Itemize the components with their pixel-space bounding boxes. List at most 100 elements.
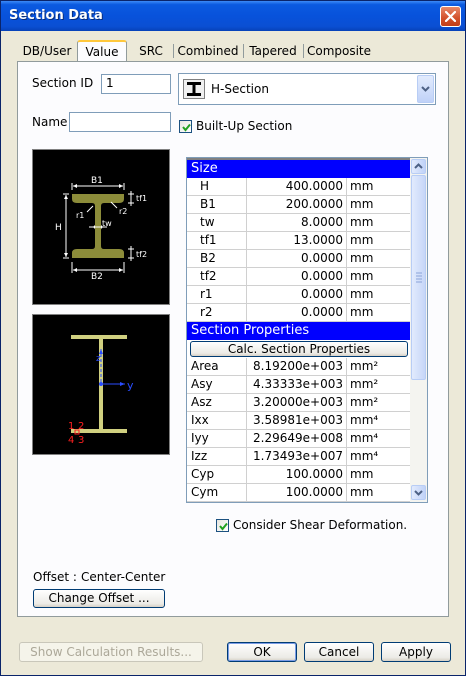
tab-db-user[interactable]: DB/User <box>17 42 77 61</box>
property-grid-scrollbar[interactable] <box>410 158 427 502</box>
section-data-dialog: Section Data DB/User Value SRC Combined … <box>0 0 466 676</box>
grid-cell-value[interactable]: 1.73493e+007 <box>247 448 347 466</box>
grid-row-asz[interactable]: Asz 3.20000e+003 mm² <box>187 394 410 412</box>
tab-composite[interactable]: Composite <box>305 42 373 61</box>
grid-row-tf2[interactable]: tf2 0.0000 mm <box>187 268 410 286</box>
grid-row-b2[interactable]: B2 0.0000 mm <box>187 250 410 268</box>
section-type-value: H-Section <box>211 82 269 96</box>
grid-cell-value[interactable]: 3.58981e+003 <box>247 412 347 430</box>
h-section-icon <box>183 79 205 99</box>
grid-cell-name: B2 <box>187 250 247 268</box>
grid-row-tw[interactable]: tw 8.0000 mm <box>187 214 410 232</box>
tab-separator <box>173 44 174 58</box>
grid-cell-name: Ixx <box>187 412 247 430</box>
property-grid[interactable]: Size H 400.0000 mm B1 200.0000 mm tw 8.0000 mm tf… <box>186 157 428 503</box>
tab-combined[interactable]: Combined <box>175 42 241 61</box>
grid-cell-value[interactable]: 2.29649e+008 <box>247 430 347 448</box>
grid-cell-value[interactable]: 3.20000e+003 <box>247 394 347 412</box>
show-calculation-results-button[interactable]: Show Calculation Results... <box>19 642 203 662</box>
title-bar[interactable]: Section Data <box>1 1 465 31</box>
grid-row-area[interactable]: Area 8.19200e+003 mm² <box>187 358 410 376</box>
section-id-label: Section ID <box>32 76 94 90</box>
grid-row-cyp[interactable]: Cyp 100.0000 mm <box>187 466 410 484</box>
grid-cell-unit: mm <box>347 286 410 304</box>
grid-cell-name: r2 <box>187 304 247 322</box>
dim-label-h: H <box>55 223 62 233</box>
close-icon <box>445 11 456 22</box>
grid-row-r1[interactable]: r1 0.0000 mm <box>187 286 410 304</box>
dim-label-b1: B1 <box>91 176 103 186</box>
grid-cell-value[interactable]: 100.0000 <box>247 484 347 502</box>
grid-cell-value[interactable]: 400.0000 <box>247 178 347 196</box>
ok-button[interactable]: OK <box>227 642 297 662</box>
grid-cell-name: Area <box>187 358 247 376</box>
grid-row-h[interactable]: H 400.0000 mm <box>187 178 410 196</box>
close-button[interactable] <box>440 6 461 27</box>
grid-row-r2[interactable]: r2 0.0000 mm <box>187 304 410 322</box>
dim-label-tf1: tf1 <box>136 194 147 203</box>
grid-cell-name: Cym <box>187 484 247 502</box>
point-label-3: 3 <box>78 435 84 446</box>
built-up-label: Built-Up Section <box>196 119 293 133</box>
grid-cell-value[interactable]: 8.19200e+003 <box>247 358 347 376</box>
axis-label-y: y <box>127 379 134 392</box>
grid-cell-name: tw <box>187 214 247 232</box>
grid-cell-value[interactable]: 100.0000 <box>247 466 347 484</box>
section-type-select[interactable]: H-Section <box>178 73 436 105</box>
dimension-diagram: B1 B2 H tf1 tf2 tw r1 r2 <box>32 149 170 305</box>
grid-row-iyy[interactable]: Iyy 2.29649e+008 mm⁴ <box>187 430 410 448</box>
grid-row-b1[interactable]: B1 200.0000 mm <box>187 196 410 214</box>
built-up-checkbox[interactable] <box>179 120 192 133</box>
scroll-thumb[interactable] <box>411 175 426 380</box>
grid-cell-value[interactable]: 13.0000 <box>247 232 347 250</box>
dim-label-b2: B2 <box>91 272 103 282</box>
name-input[interactable] <box>69 112 171 132</box>
grid-cell-unit: mm² <box>347 376 410 394</box>
shear-deformation-label: Consider Shear Deformation. <box>233 518 408 532</box>
checkmark-icon <box>182 123 191 132</box>
grid-row-izz[interactable]: Izz 1.73493e+007 mm⁴ <box>187 448 410 466</box>
grid-cell-value[interactable]: 0.0000 <box>247 250 347 268</box>
grid-cell-name: B1 <box>187 196 247 214</box>
grid-row-cym[interactable]: Cym 100.0000 mm <box>187 484 410 502</box>
grid-cell-value[interactable]: 200.0000 <box>247 196 347 214</box>
window-title: Section Data <box>9 8 103 23</box>
grid-cell-name: Asy <box>187 376 247 394</box>
axis-diagram: z y 1 2 4 3 <box>32 314 170 455</box>
shear-deformation-checkbox[interactable] <box>216 519 229 532</box>
apply-button[interactable]: Apply <box>381 642 451 662</box>
grip-icon <box>416 272 422 283</box>
grid-cell-unit: mm <box>347 268 410 286</box>
dropdown-button[interactable] <box>417 75 434 103</box>
grid-cell-unit: mm <box>347 304 410 322</box>
point-label-4: 4 <box>68 435 74 446</box>
grid-cell-value[interactable]: 8.0000 <box>247 214 347 232</box>
chevron-up-icon <box>414 163 423 169</box>
grid-row-ixx[interactable]: Ixx 3.58981e+003 mm⁴ <box>187 412 410 430</box>
calc-section-properties-button[interactable]: Calc. Section Properties <box>190 341 408 357</box>
grid-cell-value[interactable]: 0.0000 <box>247 286 347 304</box>
grid-cell-unit: mm² <box>347 394 410 412</box>
tab-src[interactable]: SRC <box>131 42 171 61</box>
tab-tapered[interactable]: Tapered <box>245 42 301 61</box>
grid-cell-name: H <box>187 178 247 196</box>
grid-row-asy[interactable]: Asy 4.33333e+003 mm² <box>187 376 410 394</box>
grid-cell-value[interactable]: 0.0000 <box>247 304 347 322</box>
scroll-down-button[interactable] <box>411 485 426 500</box>
section-id-input[interactable]: 1 <box>101 74 171 94</box>
tab-value[interactable]: Value <box>77 40 127 63</box>
offset-label: Offset : <box>33 570 77 584</box>
change-offset-button[interactable]: Change Offset ... <box>33 589 165 608</box>
grid-cell-unit: mm⁴ <box>347 412 410 430</box>
chevron-down-icon <box>414 490 423 496</box>
chevron-down-icon <box>421 86 430 92</box>
grid-row-tf1[interactable]: tf1 13.0000 mm <box>187 232 410 250</box>
grid-cell-name: Izz <box>187 448 247 466</box>
grid-cell-value[interactable]: 4.33333e+003 <box>247 376 347 394</box>
scroll-up-button[interactable] <box>411 159 426 174</box>
section-properties-header: Section Properties <box>187 322 410 340</box>
cancel-button[interactable]: Cancel <box>304 642 374 662</box>
grid-cell-unit: mm <box>347 466 410 484</box>
grid-cell-value[interactable]: 0.0000 <box>247 268 347 286</box>
size-header: Size <box>187 160 410 178</box>
